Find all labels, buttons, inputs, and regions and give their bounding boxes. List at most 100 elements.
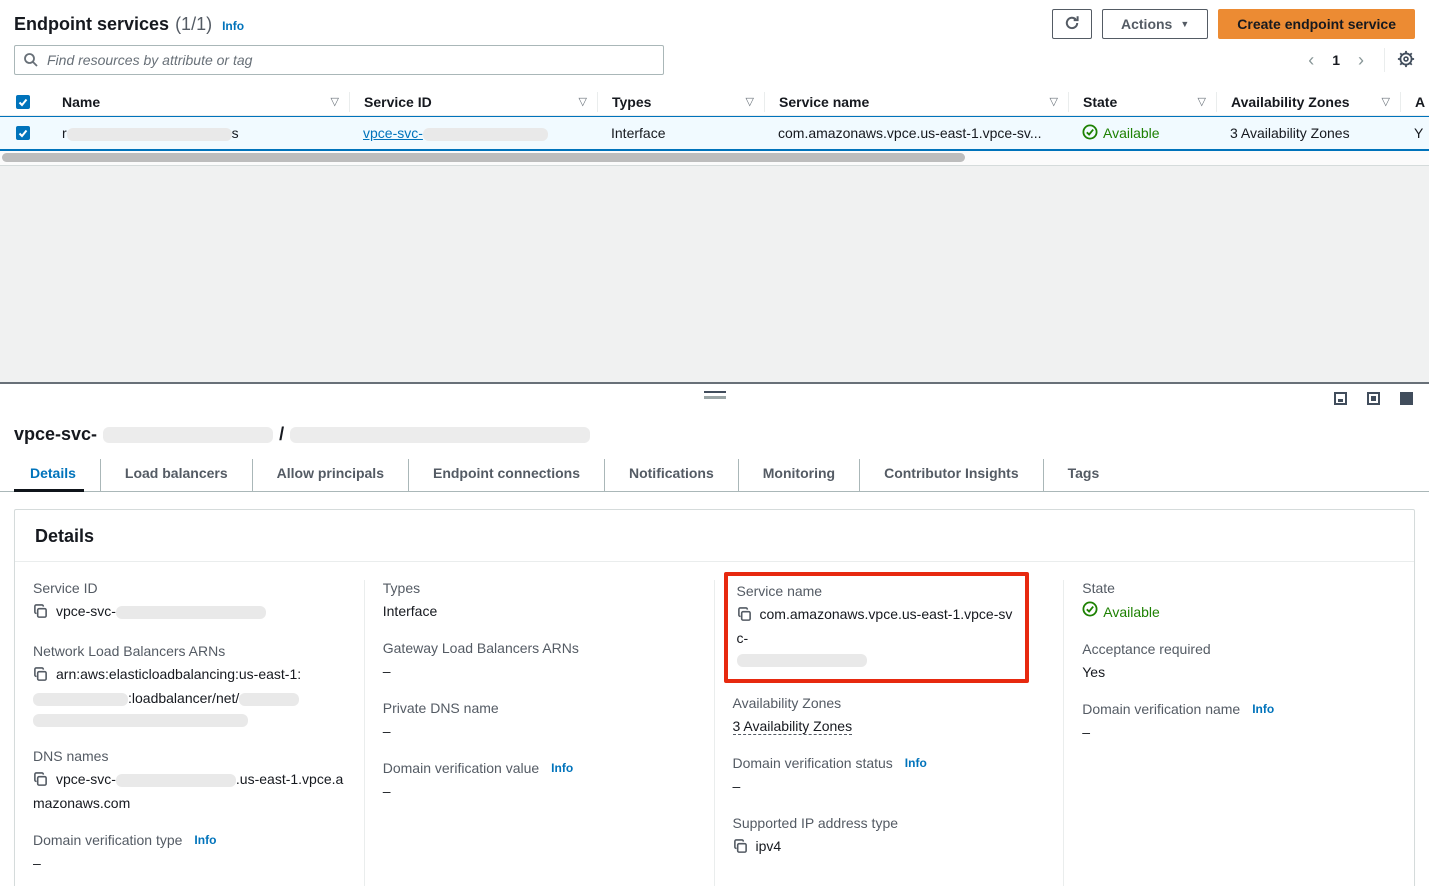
- field-dns-names: DNS names vpce-svc-.us-east-1.vpce.amazo…: [33, 748, 346, 814]
- resource-count: (1/1): [175, 14, 212, 35]
- field-availability-zones: Availability Zones 3 Availability Zones: [733, 695, 1046, 737]
- info-link[interactable]: Info: [551, 761, 573, 775]
- next-page-icon[interactable]: ›: [1350, 49, 1372, 71]
- tab-monitoring[interactable]: Monitoring: [738, 459, 859, 491]
- field-private-dns-name: Private DNS name –: [383, 700, 696, 742]
- redacted-text: [67, 128, 232, 141]
- cell-state: Available: [1068, 124, 1216, 143]
- refresh-icon: [1064, 15, 1080, 34]
- copy-icon[interactable]: [737, 607, 752, 628]
- tab-details[interactable]: Details: [14, 459, 100, 491]
- field-domain-verification-type: Domain verification typeInfo –: [33, 832, 346, 874]
- check-circle-icon: [1082, 124, 1098, 143]
- redacted-text: [116, 606, 266, 619]
- info-link[interactable]: Info: [905, 756, 927, 770]
- field-supported-ip-address-type: Supported IP address type ipv4: [733, 815, 1046, 860]
- select-all-checkbox[interactable]: [16, 95, 30, 109]
- cell-service-id: vpce-svc-: [349, 125, 597, 141]
- filter-caret-icon[interactable]: ▽: [579, 95, 587, 108]
- info-link[interactable]: Info: [1252, 702, 1274, 716]
- info-link[interactable]: Info: [194, 833, 216, 847]
- copy-icon[interactable]: [33, 772, 48, 793]
- redacted-text: [737, 654, 867, 667]
- details-column-1: Service ID vpce-svc- Network Load Balanc…: [15, 580, 365, 886]
- refresh-button[interactable]: [1052, 9, 1092, 39]
- column-header-name[interactable]: Name▽: [48, 92, 349, 112]
- info-link[interactable]: Info: [222, 19, 244, 33]
- panel-title: vpce-svc- /: [0, 410, 1429, 445]
- redacted-text: [33, 714, 248, 727]
- tab-endpoint-connections[interactable]: Endpoint connections: [408, 459, 604, 491]
- redacted-text: [103, 427, 273, 443]
- column-header-types[interactable]: Types▽: [597, 92, 764, 112]
- create-endpoint-service-button[interactable]: Create endpoint service: [1218, 9, 1415, 39]
- copy-icon[interactable]: [33, 604, 48, 625]
- availability-zones-popover[interactable]: 3 Availability Zones: [733, 718, 853, 735]
- field-service-name: Service name com.amazonaws.vpce.us-east-…: [737, 583, 1016, 670]
- vpc-endpoint-services-page: Endpoint services (1/1) Info Actions ▼ C…: [0, 0, 1429, 886]
- field-domain-verification-status: Domain verification statusInfo –: [733, 755, 1046, 797]
- copy-icon[interactable]: [33, 667, 48, 688]
- field-service-id: Service ID vpce-svc-: [33, 580, 346, 625]
- tab-load-balancers[interactable]: Load balancers: [100, 459, 252, 491]
- state-badge: Available: [1103, 602, 1160, 623]
- field-acceptance-required: Acceptance required Yes: [1082, 641, 1396, 683]
- page-number[interactable]: 1: [1326, 52, 1346, 68]
- tab-notifications[interactable]: Notifications: [604, 459, 738, 491]
- service-name-highlight-box: Service name com.amazonaws.vpce.us-east-…: [724, 572, 1030, 683]
- details-column-3: Service name com.amazonaws.vpce.us-east-…: [715, 580, 1065, 886]
- field-domain-verification-value: Domain verification valueInfo –: [383, 760, 696, 802]
- cell-truncated: Y: [1400, 125, 1429, 141]
- tab-contributor-insights[interactable]: Contributor Insights: [859, 459, 1043, 491]
- panel-position-full-icon[interactable]: [1400, 392, 1413, 405]
- chevron-down-icon: ▼: [1180, 19, 1189, 29]
- search-icon: [23, 52, 39, 71]
- table-row[interactable]: rs vpce-svc- Interface com.amazonaws.vpc…: [0, 116, 1429, 151]
- page-title-text: Endpoint services: [14, 14, 169, 35]
- filter-caret-icon[interactable]: ▽: [331, 95, 339, 108]
- preferences-button[interactable]: [1397, 50, 1415, 71]
- tab-allow-principals[interactable]: Allow principals: [252, 459, 408, 491]
- filter-caret-icon[interactable]: ▽: [1382, 95, 1390, 108]
- table-header-row: Name▽ Service ID▽ Types▽ Service name▽ S…: [0, 88, 1429, 116]
- details-heading: Details: [35, 526, 1394, 547]
- page-title: Endpoint services (1/1) Info: [14, 14, 244, 35]
- divider: [1384, 48, 1385, 72]
- search-input[interactable]: [14, 45, 664, 75]
- panel-position-bottom-icon[interactable]: [1334, 392, 1347, 405]
- endpoint-services-table: Name▽ Service ID▽ Types▽ Service name▽ S…: [0, 88, 1429, 165]
- endpoint-services-list-section: Endpoint services (1/1) Info Actions ▼ C…: [0, 0, 1429, 166]
- panel-position-center-icon[interactable]: [1367, 392, 1380, 405]
- previous-page-icon[interactable]: ‹: [1300, 49, 1322, 71]
- column-header-truncated[interactable]: A: [1400, 92, 1429, 112]
- filter-caret-icon[interactable]: ▽: [1198, 95, 1206, 108]
- actions-button[interactable]: Actions ▼: [1102, 9, 1208, 39]
- split-panel: vpce-svc- / Details Load balancers Allow…: [0, 382, 1429, 886]
- column-header-availability-zones[interactable]: Availability Zones▽: [1216, 92, 1400, 112]
- tab-tags[interactable]: Tags: [1043, 459, 1124, 491]
- redacted-text: [116, 774, 236, 787]
- filter-caret-icon[interactable]: ▽: [746, 95, 754, 108]
- column-header-service-id[interactable]: Service ID▽: [349, 92, 597, 112]
- details-column-2: Types Interface Gateway Load Balancers A…: [365, 580, 715, 886]
- row-checkbox[interactable]: [16, 126, 30, 140]
- column-header-state[interactable]: State▽: [1068, 92, 1216, 112]
- pagination: ‹ 1 ›: [1300, 48, 1415, 72]
- actions-button-label: Actions: [1121, 16, 1172, 32]
- details-column-4: State Available Acceptance required: [1064, 580, 1414, 886]
- availability-zones-popover[interactable]: 3 Availability Zones: [1230, 125, 1350, 141]
- service-id-link[interactable]: vpce-svc-: [363, 125, 548, 141]
- tab-bar: Details Load balancers Allow principals …: [0, 459, 1429, 492]
- field-nlb-arns: Network Load Balancers ARNs arn:aws:elas…: [33, 643, 346, 730]
- state-badge: Available: [1103, 125, 1160, 141]
- field-glb-arns: Gateway Load Balancers ARNs –: [383, 640, 696, 682]
- split-panel-drag-handle[interactable]: [704, 391, 726, 399]
- cell-availability-zones: 3 Availability Zones: [1216, 125, 1400, 141]
- cell-service-name: com.amazonaws.vpce.us-east-1.vpce-sv...: [764, 125, 1068, 141]
- cell-name: rs: [48, 125, 349, 141]
- scrollbar-thumb[interactable]: [2, 153, 965, 162]
- redacted-text: [239, 693, 299, 706]
- copy-icon[interactable]: [733, 839, 748, 860]
- column-header-service-name[interactable]: Service name▽: [764, 92, 1068, 112]
- filter-caret-icon[interactable]: ▽: [1050, 95, 1058, 108]
